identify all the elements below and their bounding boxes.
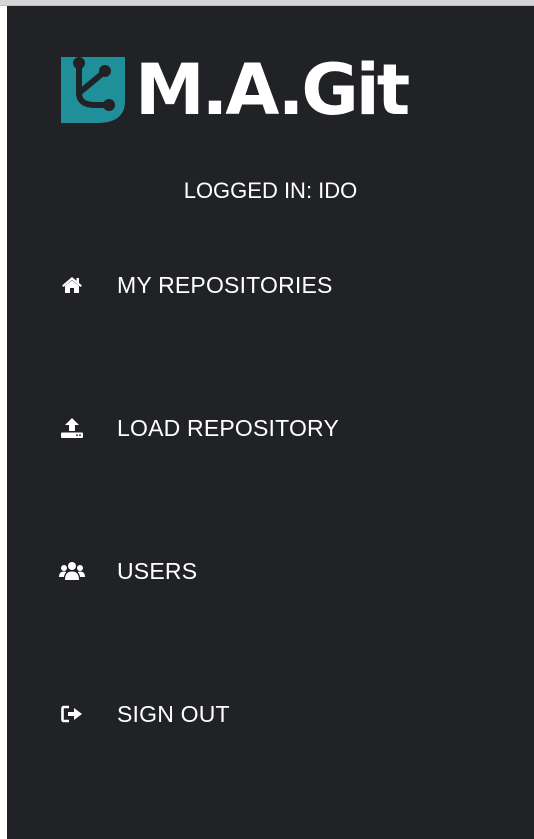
upload-icon [59,416,85,440]
git-branch-logo-icon [61,57,125,123]
menu-item-label: LOAD REPOSITORY [117,415,339,441]
users-icon [59,559,85,583]
menu-item-users[interactable]: USERS [59,551,479,591]
menu-item-label: SIGN OUT [117,701,230,727]
menu-item-label: USERS [117,558,198,584]
sign-out-icon [59,702,85,726]
menu-item-sign-out[interactable]: SIGN OUT [59,694,479,734]
app-logo: M.A.Git [57,49,410,131]
app-logo-text: M.A.Git [135,49,410,131]
sidebar: M.A.Git LOGGED IN: IDO MY REPOSITORIES L… [7,6,534,839]
logged-in-user-label: LOGGED IN: IDO [183,178,358,203]
menu-item-label: MY REPOSITORIES [117,272,333,298]
menu-item-load-repository[interactable]: LOAD REPOSITORY [59,408,479,448]
window-left-border [0,6,7,839]
menu-item-my-repositories[interactable]: MY REPOSITORIES [59,265,479,305]
home-icon [59,273,85,297]
